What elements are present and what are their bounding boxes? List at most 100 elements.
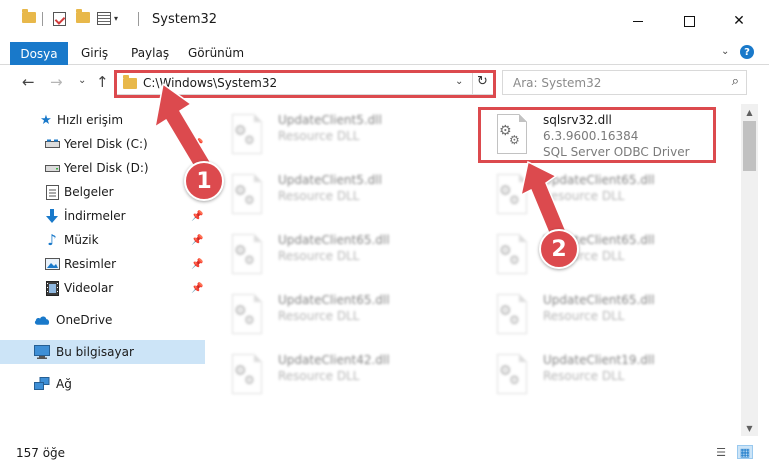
pin-icon[interactable]: 📌 [191, 259, 203, 270]
close-button[interactable]: ✕ [716, 8, 762, 34]
pin-icon[interactable]: 📌 [191, 139, 203, 150]
file-item[interactable]: ⚙ ⚙ UpdateClient42.dll Resource DLL [213, 348, 453, 404]
search-icon[interactable]: ⌕ [732, 74, 739, 89]
tab-view[interactable]: Görünüm [188, 46, 244, 60]
folder-icon [22, 9, 36, 23]
recent-locations-chevron-icon[interactable]: ⌄ [78, 75, 86, 86]
sidebar-item-videos[interactable]: Videolar 📌 [0, 276, 205, 300]
tab-share[interactable]: Paylaş [131, 46, 169, 60]
tab-home[interactable]: Giriş [81, 46, 108, 60]
scroll-down-arrow-icon[interactable]: ▼ [741, 420, 758, 436]
file-item[interactable]: ⚙ ⚙ UpdateClient65.dll Resource DLL [478, 288, 718, 344]
onedrive-icon [34, 312, 50, 328]
file-description: Resource DLL [278, 369, 360, 383]
file-item[interactable]: ⚙ ⚙ UpdateClient65.dll Resource DLL [478, 228, 718, 284]
file-name: UpdateClient5.dll [278, 113, 382, 127]
pin-icon[interactable]: 📌 [191, 211, 203, 222]
file-item[interactable]: ⚙ ⚙ UpdateClient5.dll Resource DLL [213, 108, 453, 164]
sidebar-item-label: Resimler [64, 257, 117, 271]
sidebar-item-pictures[interactable]: Resimler 📌 [0, 252, 205, 276]
videos-icon [44, 280, 60, 296]
details-view-icon[interactable]: ☰ [713, 445, 729, 459]
file-description: Resource DLL [543, 189, 625, 203]
properties-icon[interactable] [97, 12, 111, 25]
this-pc-icon [34, 344, 50, 360]
sidebar-item-label: Videolar [64, 281, 114, 295]
scroll-up-arrow-icon[interactable]: ▲ [741, 104, 758, 120]
file-description: Resource DLL [543, 369, 625, 383]
dll-file-icon: ⚙ ⚙ [494, 294, 528, 338]
file-description: Resource DLL [278, 129, 360, 143]
tab-file[interactable]: Dosya [10, 42, 68, 65]
expand-ribbon-chevron-icon[interactable]: ⌄ [721, 46, 729, 57]
pictures-icon [44, 256, 60, 272]
sidebar-item-label: Yerel Disk (C:) [64, 137, 148, 151]
sidebar-item-drive-d[interactable]: Yerel Disk (D:) [0, 156, 205, 180]
step-1-badge: 1 [184, 161, 224, 201]
large-icons-view-icon[interactable]: ▦ [737, 445, 753, 459]
network-icon [34, 376, 50, 392]
search-box[interactable]: Ara: System32 ⌕ [502, 70, 747, 95]
close-icon: ✕ [733, 13, 745, 29]
sidebar-item-label: Belgeler [64, 185, 114, 199]
sidebar-item-label: Ağ [56, 377, 72, 391]
search-input[interactable]: Ara: System32 [513, 76, 601, 90]
file-item[interactable]: ⚙ ⚙ UpdateClient65.dll Resource DLL [478, 168, 718, 224]
file-item[interactable]: ⚙ ⚙ UpdateClient5.dll Resource DLL [213, 168, 453, 224]
sidebar-item-label: Müzik [64, 233, 99, 247]
file-description: Resource DLL [278, 309, 360, 323]
drive-c-icon [44, 136, 60, 152]
file-item[interactable]: ⚙ ⚙ UpdateClient19.dll Resource DLL [478, 348, 718, 404]
file-highlight-box [478, 107, 716, 163]
dll-file-icon: ⚙ ⚙ [229, 354, 263, 398]
star-icon: ★ [40, 112, 52, 128]
scroll-thumb[interactable] [743, 121, 756, 171]
navigation-pane: ★ Hızlı erişim Yerel Disk (C:) 📌 Yerel D… [0, 104, 205, 436]
vertical-scrollbar[interactable]: ▲ ▼ [741, 104, 758, 436]
file-item[interactable]: ⚙ ⚙ UpdateClient65.dll Resource DLL [213, 288, 453, 344]
pin-icon[interactable]: 📌 [191, 235, 203, 246]
sidebar-item-label: OneDrive [56, 313, 113, 327]
music-icon: ♪ [47, 231, 57, 249]
documents-icon [44, 184, 60, 200]
minimize-button[interactable] [615, 8, 661, 34]
sidebar-item-music[interactable]: ♪ Müzik 📌 [0, 228, 205, 252]
sidebar-item-label: Hızlı erişim [57, 113, 124, 127]
sidebar-item-quick-access[interactable]: ★ Hızlı erişim [0, 108, 205, 132]
dll-file-icon: ⚙ ⚙ [229, 114, 263, 158]
up-arrow-icon[interactable]: ↑ [96, 73, 109, 91]
forward-arrow-icon[interactable]: → [50, 73, 63, 91]
help-icon[interactable]: ? [740, 45, 754, 59]
sidebar-item-network[interactable]: Ağ [0, 372, 205, 396]
item-count: 157 öğe [16, 446, 66, 460]
dll-file-icon: ⚙ ⚙ [494, 234, 528, 278]
drive-d-icon [44, 160, 60, 176]
dll-file-icon: ⚙ ⚙ [494, 174, 528, 218]
file-name: UpdateClient42.dll [278, 353, 390, 367]
sidebar-item-onedrive[interactable]: OneDrive [0, 308, 205, 332]
dll-file-icon: ⚙ ⚙ [229, 174, 263, 218]
dll-file-icon: ⚙ ⚙ [494, 354, 528, 398]
customize-quick-access-chevron-icon[interactable]: ▾ [114, 14, 118, 23]
sidebar-item-this-pc[interactable]: Bu bilgisayar [0, 340, 205, 364]
file-name: UpdateClient65.dll [543, 173, 655, 187]
sidebar-item-drive-c[interactable]: Yerel Disk (C:) 📌 [0, 132, 205, 156]
properties-check-icon[interactable] [53, 12, 66, 26]
dll-file-icon: ⚙ ⚙ [229, 294, 263, 338]
sidebar-item-downloads[interactable]: İndirmeler 📌 [0, 204, 205, 228]
back-arrow-icon[interactable]: ← [22, 73, 35, 91]
sidebar-item-label: Yerel Disk (D:) [64, 161, 149, 175]
sidebar-item-label: İndirmeler [64, 209, 126, 223]
file-item[interactable]: ⚙ ⚙ UpdateClient65.dll Resource DLL [213, 228, 453, 284]
file-name: UpdateClient65.dll [543, 293, 655, 307]
pin-icon[interactable]: 📌 [191, 283, 203, 294]
dll-file-icon: ⚙ ⚙ [229, 234, 263, 278]
address-highlight-box [114, 70, 496, 98]
maximize-button[interactable] [666, 8, 712, 34]
new-folder-icon[interactable] [76, 9, 90, 23]
window-title: System32 [152, 12, 218, 27]
downloads-icon [44, 208, 60, 224]
step-2-badge: 2 [539, 229, 579, 269]
title-separator [138, 12, 139, 26]
sidebar-item-documents[interactable]: Belgeler 📌 [0, 180, 205, 204]
